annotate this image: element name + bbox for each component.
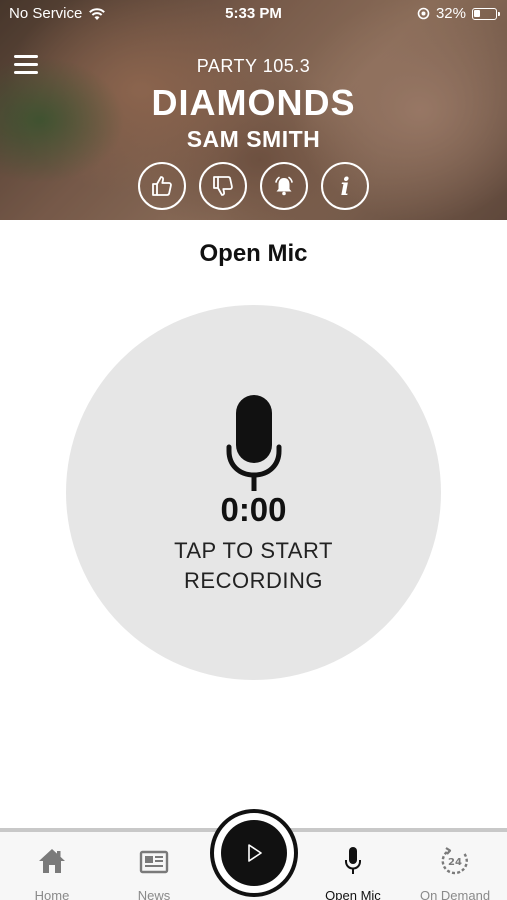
tab-home[interactable]: Home xyxy=(2,846,102,900)
station-name: PARTY 105.3 xyxy=(196,56,311,76)
recording-timer: 0:00 xyxy=(220,491,287,528)
alarm-button[interactable] xyxy=(260,162,308,210)
newspaper-icon xyxy=(139,850,169,874)
info-button[interactable]: i xyxy=(321,162,369,210)
alarm-bell-icon xyxy=(275,176,293,196)
tab-open-mic[interactable]: Open Mic xyxy=(303,846,403,900)
record-button[interactable]: 0:00 TAP TO START RECORDING xyxy=(66,305,441,680)
thumbs-up-button[interactable] xyxy=(138,162,186,210)
home-icon xyxy=(39,849,65,873)
page-title: Open Mic xyxy=(199,240,308,267)
song-title: DIAMONDS xyxy=(151,82,356,123)
battery-percent: 32% xyxy=(435,5,466,22)
24h-replay-icon: 24 xyxy=(441,847,468,875)
track-actions: i xyxy=(138,162,369,210)
tab-on-demand-label: On Demand xyxy=(419,888,491,900)
status-bar: No Service 5:33 PM 32% xyxy=(0,4,507,24)
orientation-lock-icon xyxy=(417,7,430,20)
info-icon: i xyxy=(340,171,350,201)
record-instruction: TAP TO START RECORDING xyxy=(66,536,441,596)
play-icon xyxy=(248,844,262,862)
battery-icon xyxy=(472,7,500,20)
svg-text:24: 24 xyxy=(448,857,462,868)
tab-on-demand[interactable]: 24 On Demand xyxy=(405,846,505,900)
tab-open-mic-label: Open Mic xyxy=(325,888,381,900)
microphone-icon xyxy=(226,395,282,491)
tab-home-label: Home xyxy=(34,888,70,900)
now-playing-header: No Service 5:33 PM 32% PARTY 105.3 DIAMO… xyxy=(0,0,507,220)
record-instruction-line2: RECORDING xyxy=(184,568,323,593)
thumbs-down-button[interactable] xyxy=(199,162,247,210)
thumbs-up-icon xyxy=(152,176,172,196)
record-instruction-line1: TAP TO START xyxy=(174,538,333,563)
tab-news[interactable]: News xyxy=(104,846,204,900)
artist-name: SAM SMITH xyxy=(186,126,321,152)
thumbs-down-icon xyxy=(213,176,233,196)
play-button[interactable] xyxy=(210,809,298,897)
microphone-icon xyxy=(345,847,361,874)
tab-news-label: News xyxy=(137,888,171,900)
